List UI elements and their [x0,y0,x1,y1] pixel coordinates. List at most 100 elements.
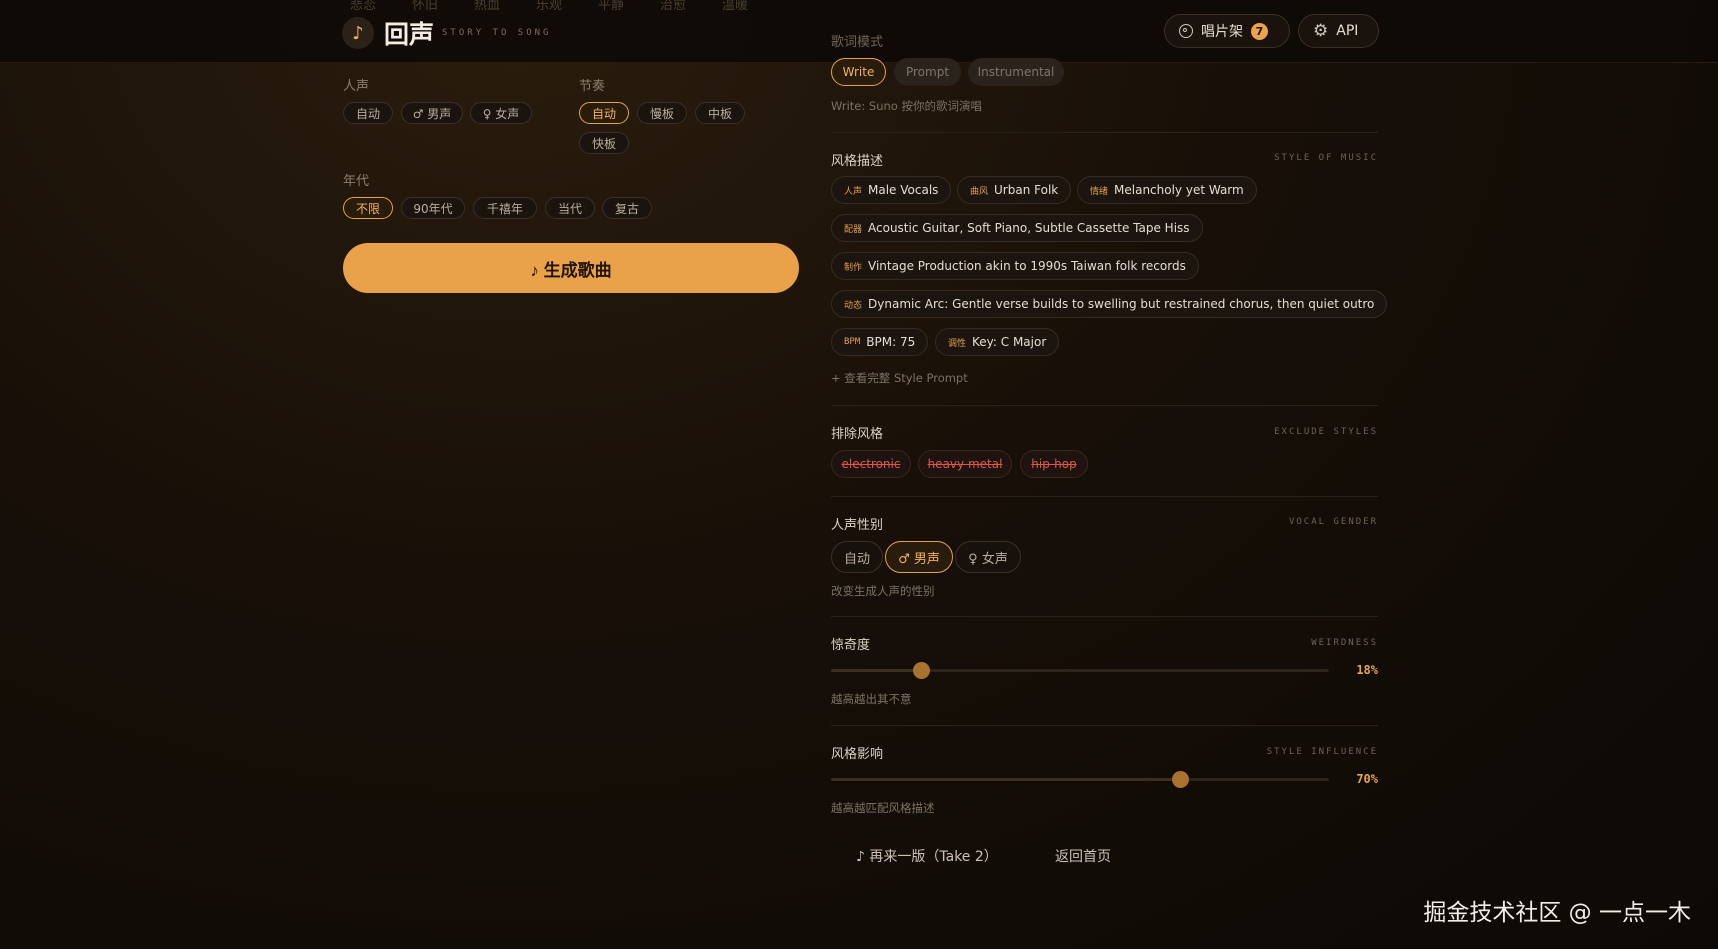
mood-tab[interactable]: 乐观 [536,0,568,13]
tempo-option-slow[interactable]: 慢板 [637,102,687,124]
divider [831,405,1378,406]
app-name: 回声 [384,20,435,49]
divider [831,725,1378,726]
vocal-gender-title-en: VOCAL GENDER [1288,517,1378,527]
generate-song-button[interactable]: ♪ 生成歌曲 [343,243,799,293]
tag-category: 人声 [844,186,863,197]
record-count-badge: 7 [1251,22,1268,40]
tag-text: Male Vocals [868,183,939,197]
tag-category: 制作 [844,262,863,273]
divider [831,132,1378,133]
api-label: API [1336,23,1359,39]
mood-tab[interactable]: 怀旧 [412,0,444,13]
vocal-option-female[interactable]: ♀ 女声 [470,102,532,124]
style-influence-hint: 越高越匹配风格描述 [831,801,935,815]
excluded-style-tag[interactable]: electronic [831,450,911,478]
tag-category: 调性 [948,338,967,349]
app-logo[interactable]: ♪ 回声 STORY TO SONG [342,15,551,51]
tag-category: 动态 [844,300,863,311]
mode-prompt[interactable]: Prompt [894,58,961,86]
music-note-icon: ♪ [342,17,374,49]
tag-text: Urban Folk [994,183,1059,197]
lyrics-mode-title: 歌词模式 [831,35,884,50]
style-tag[interactable]: 人声 Male Vocals [831,176,952,204]
style-title: 风格描述 [831,154,884,169]
record-shelf-button[interactable]: 唱片架 7 [1164,14,1290,48]
style-tag[interactable]: 配器 Acoustic Guitar, Soft Piano, Subtle Ca… [831,214,1203,242]
slider-fill [831,778,1180,781]
record-shelf-label: 唱片架 [1201,24,1243,40]
tag-text: Melancholy yet Warm [1114,183,1244,197]
exclude-title: 排除风格 [831,427,884,442]
lyrics-mode-hint: Write: Suno 按你的歌词演唱 [831,99,982,113]
style-tag[interactable]: 调性 Key: C Major [935,328,1060,356]
style-influence-slider[interactable] [831,771,1329,788]
mode-instrumental[interactable]: Instrumental [968,58,1064,86]
era-option-modern[interactable]: 当代 [545,197,595,219]
style-influence-title-en: STYLE INFLUENCE [1266,747,1378,757]
tempo-option-medium[interactable]: 中板 [695,102,745,124]
excluded-style-tag[interactable]: heavy metal [918,450,1012,478]
slider-fill [831,669,921,672]
tag-text: BPM: 75 [866,335,916,349]
watermark: 掘金技术社区 @ 一点一木 [1423,900,1691,926]
mood-tab[interactable]: 悲恋 [350,0,382,13]
gender-option-male[interactable]: ♂ 男声 [885,541,953,573]
tag-text: Vintage Production akin to 1990s Taiwan … [868,259,1186,273]
tag-text: Key: C Major [972,335,1047,349]
gender-option-auto[interactable]: 自动 [831,541,883,573]
tag-category: 配器 [844,224,863,235]
retry-take-button[interactable]: ♪ 再来一版（Take 2） [856,846,998,866]
mood-tab[interactable]: 温暖 [722,0,754,13]
view-full-style-prompt-link[interactable]: + 查看完整 Style Prompt [831,370,968,386]
mood-tabs: 悲恋 怀旧 热血 乐观 平静 治愈 温暖 [350,0,754,13]
tag-text: Dynamic Arc: Gentle verse builds to swel… [868,297,1375,311]
vocal-gender-title: 人声性别 [831,518,884,533]
gear-icon: ⚙ [1313,21,1329,41]
slider-thumb[interactable] [912,662,930,679]
mode-write[interactable]: Write [831,58,886,86]
tag-category: 曲风 [970,186,989,197]
exclude-title-en: EXCLUDE STYLES [1274,427,1378,437]
tag-text: Acoustic Guitar, Soft Piano, Subtle Cass… [868,221,1190,235]
weirdness-title-en: WEIRDNESS [1311,638,1378,648]
tempo-option-auto[interactable]: 自动 [579,102,629,124]
app-subtitle: STORY TO SONG [442,28,552,38]
divider [831,496,1378,497]
mood-tab[interactable]: 热血 [474,0,506,13]
era-option-any[interactable]: 不限 [343,197,393,219]
era-option-90s[interactable]: 90年代 [401,197,465,219]
disc-icon [1179,24,1193,38]
style-title-en: STYLE OF MUSIC [1274,153,1378,163]
style-influence-title: 风格影响 [831,747,884,762]
gender-option-female[interactable]: ♀ 女声 [955,541,1021,573]
slider-thumb[interactable] [1171,771,1189,788]
weirdness-slider[interactable] [831,662,1329,679]
tag-category: 情绪 [1090,186,1109,197]
mood-tab[interactable]: 平静 [598,0,630,13]
style-influence-value: 70% [1356,772,1378,786]
style-tag[interactable]: 情绪 Melancholy yet Warm [1077,176,1257,204]
vocal-option-auto[interactable]: 自动 [343,102,393,124]
style-tag[interactable]: BPM BPM: 75 [831,328,929,356]
weirdness-hint: 越高越出其不意 [831,692,912,706]
mood-tab[interactable]: 治愈 [660,0,692,13]
excluded-style-tag[interactable]: hip-hop [1020,450,1088,478]
back-home-button[interactable]: 返回首页 [1055,846,1111,866]
weirdness-value: 18% [1356,663,1378,677]
vocal-option-male[interactable]: ♂ 男声 [401,102,463,124]
era-label: 年代 [343,174,370,189]
vocal-gender-hint: 改变生成人声的性别 [831,584,935,598]
weirdness-title: 惊奇度 [831,638,871,653]
style-tag[interactable]: 动态 Dynamic Arc: Gentle verse builds to sw… [831,290,1388,318]
style-tag[interactable]: 曲风 Urban Folk [957,176,1072,204]
tag-category: BPM [844,337,861,347]
era-option-retro[interactable]: 复古 [602,197,652,219]
style-tag[interactable]: 制作 Vintage Production akin to 1990s Taiwa… [831,252,1199,280]
vocal-label: 人声 [343,79,370,94]
divider [831,616,1378,617]
era-option-2000s[interactable]: 千禧年 [473,197,537,219]
api-settings-button[interactable]: ⚙ API [1298,14,1379,48]
tempo-option-fast[interactable]: 快板 [579,132,629,154]
tempo-label: 节奏 [579,79,606,94]
